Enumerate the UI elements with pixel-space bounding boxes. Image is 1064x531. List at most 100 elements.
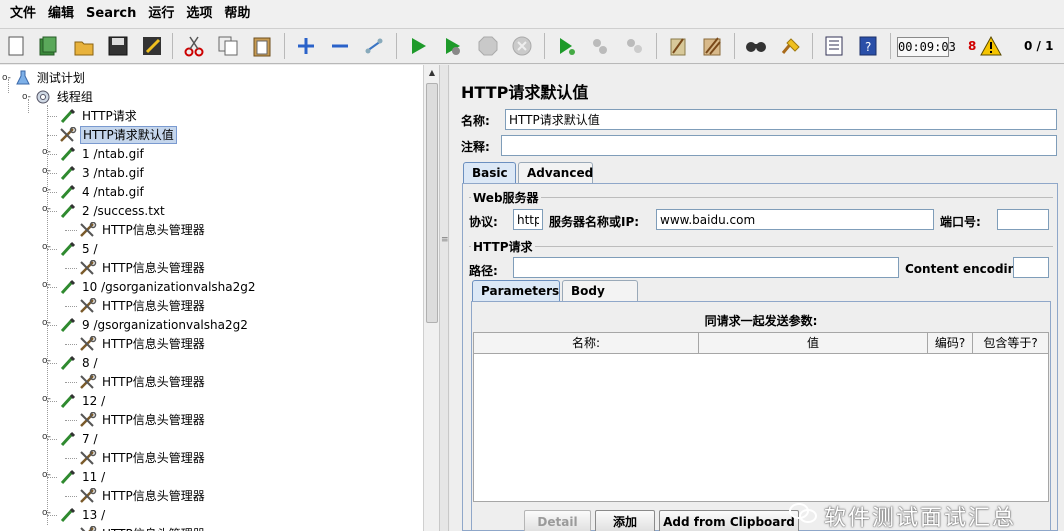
tree-expand-handle[interactable]: o-: [42, 185, 51, 195]
path-input[interactable]: [513, 257, 899, 278]
tree-expand-handle[interactable]: o-: [42, 318, 51, 328]
save-icon[interactable]: [104, 32, 132, 60]
clear-all-icon[interactable]: [698, 32, 726, 60]
tree-item-sampler[interactable]: 5 /: [58, 239, 100, 258]
tree-item-sampler[interactable]: 7 /: [58, 429, 100, 448]
tree-expand-handle[interactable]: o-: [42, 204, 51, 214]
menu-run[interactable]: 运行: [142, 0, 180, 28]
tree-item-sampler[interactable]: 13 /: [58, 505, 107, 524]
tree-scrollbar[interactable]: ▲: [423, 65, 439, 531]
tree-item-sampler[interactable]: 9 /gsorganizationvalsha2g2: [58, 315, 250, 334]
expand-icon[interactable]: [292, 32, 320, 60]
tab-body-data[interactable]: Body Data: [562, 280, 638, 318]
port-label: 端口号:: [940, 215, 981, 229]
tree-expand-handle[interactable]: o-: [42, 280, 51, 290]
remote-shutdown-icon[interactable]: [620, 32, 648, 60]
menu-edit[interactable]: 编辑: [42, 0, 80, 28]
scrollbar-thumb[interactable]: [426, 83, 438, 323]
clear-icon[interactable]: [664, 32, 692, 60]
tree-item-header-manager[interactable]: HTTP信息头管理器: [78, 334, 207, 353]
remote-start-icon[interactable]: [552, 32, 580, 60]
pane-splitter[interactable]: ≡: [439, 65, 449, 531]
path-label: 路径:: [469, 264, 498, 278]
tree-item-sampler[interactable]: 8 /: [58, 353, 100, 372]
toggle-icon[interactable]: [360, 32, 388, 60]
server-input[interactable]: [656, 209, 934, 230]
tree-thread-group[interactable]: o- 线程组: [22, 87, 95, 106]
copy-icon[interactable]: [214, 32, 242, 60]
tree-item-header-manager[interactable]: HTTP信息头管理器: [78, 486, 207, 505]
tree-item-sampler[interactable]: 11 /: [58, 467, 107, 486]
tree-expand-handle[interactable]: o-: [42, 508, 51, 518]
col-value[interactable]: 值: [699, 333, 928, 354]
name-input[interactable]: [505, 109, 1057, 130]
collapse-icon[interactable]: [326, 32, 354, 60]
menu-search[interactable]: Search: [80, 0, 142, 28]
detail-button[interactable]: Detail: [524, 510, 591, 531]
comment-input[interactable]: [501, 135, 1057, 156]
tree-expand-handle[interactable]: o-: [42, 166, 51, 176]
col-name[interactable]: 名称:: [474, 333, 699, 354]
tree-item-header-manager[interactable]: HTTP信息头管理器: [78, 448, 207, 467]
tree-item-label: HTTP请求: [82, 108, 137, 123]
save-as-icon[interactable]: [138, 32, 166, 60]
tab-parameters[interactable]: Parameters: [472, 280, 560, 302]
tab-advanced[interactable]: Advanced: [518, 162, 593, 184]
reset-search-icon[interactable]: [776, 32, 804, 60]
protocol-input[interactable]: [513, 209, 543, 230]
search-icon[interactable]: [742, 32, 770, 60]
tree-item-header-manager[interactable]: HTTP信息头管理器: [78, 410, 207, 429]
remote-stop-icon[interactable]: [586, 32, 614, 60]
tree-item-label: 7 /: [82, 431, 98, 446]
tree-item-sampler[interactable]: 10 /gsorganizationvalsha2g2: [58, 277, 258, 296]
warning-icon[interactable]: [980, 35, 1002, 59]
tree-root[interactable]: o- 测试计划: [2, 68, 87, 87]
params-table[interactable]: 名称: 值 编码? 包含等于?: [473, 332, 1049, 502]
tree-expand-handle[interactable]: o-: [42, 394, 51, 404]
menu-help[interactable]: 帮助: [218, 0, 256, 28]
tree-expand-handle[interactable]: o-: [42, 432, 51, 442]
open-icon[interactable]: [70, 32, 98, 60]
tree-item-sampler[interactable]: 4 /ntab.gif: [58, 182, 146, 201]
tree-item-sampler[interactable]: 2 /success.txt: [58, 201, 167, 220]
tree-item-label: 12 /: [82, 393, 106, 408]
new-icon[interactable]: [2, 32, 30, 60]
tree-item-config[interactable]: HTTP请求: [58, 106, 139, 125]
tree-expand-handle[interactable]: o-: [42, 242, 51, 252]
stop-icon[interactable]: [474, 32, 502, 60]
col-include-equals[interactable]: 包含等于?: [973, 333, 1048, 354]
content-encoding-input[interactable]: [1013, 257, 1049, 278]
start-icon[interactable]: [404, 32, 432, 60]
tree-expand-handle[interactable]: o-: [42, 147, 51, 157]
tree-item-config[interactable]: HTTP请求默认值: [58, 125, 177, 144]
tree-item-sampler[interactable]: 3 /ntab.gif: [58, 163, 146, 182]
tree-item-header-manager[interactable]: HTTP信息头管理器: [78, 220, 207, 239]
cut-icon[interactable]: [180, 32, 208, 60]
tree-item-sampler[interactable]: 12 /: [58, 391, 107, 410]
function-helper-icon[interactable]: [820, 32, 848, 60]
add-button[interactable]: 添加: [595, 510, 655, 531]
tree-item-sampler[interactable]: 1 /ntab.gif: [58, 144, 146, 163]
add-from-clipboard-button[interactable]: Add from Clipboard: [659, 510, 799, 531]
shutdown-icon[interactable]: [508, 32, 536, 60]
start-no-pause-icon[interactable]: [438, 32, 466, 60]
port-input[interactable]: [997, 209, 1049, 230]
content-encoding-label: Content encoding:: [905, 262, 1030, 276]
tree-expand-handle[interactable]: o-: [42, 470, 51, 480]
paste-icon[interactable]: [248, 32, 276, 60]
tree-item-label: 1 /ntab.gif: [82, 146, 144, 161]
tree-item-header-manager[interactable]: HTTP信息头管理器: [78, 524, 207, 531]
tree-item-header-manager[interactable]: HTTP信息头管理器: [78, 372, 207, 391]
tree-expand-handle[interactable]: o-: [42, 356, 51, 366]
test-plan-tree: o- 测试计划 o- 线程组 HTTP请求 HTTP请求默认值 1 /ntab.gi…: [0, 65, 423, 531]
tree-item-label: HTTP请求默认值: [80, 125, 177, 144]
tab-basic[interactable]: Basic: [463, 162, 516, 184]
menu-file[interactable]: 文件: [4, 0, 42, 28]
templates-icon[interactable]: [34, 32, 62, 60]
menu-options[interactable]: 选项: [180, 0, 218, 28]
scroll-up-icon[interactable]: ▲: [426, 67, 438, 79]
tree-item-header-manager[interactable]: HTTP信息头管理器: [78, 258, 207, 277]
col-encode[interactable]: 编码?: [928, 333, 973, 354]
tree-item-header-manager[interactable]: HTTP信息头管理器: [78, 296, 207, 315]
help-icon[interactable]: ?: [854, 32, 882, 60]
